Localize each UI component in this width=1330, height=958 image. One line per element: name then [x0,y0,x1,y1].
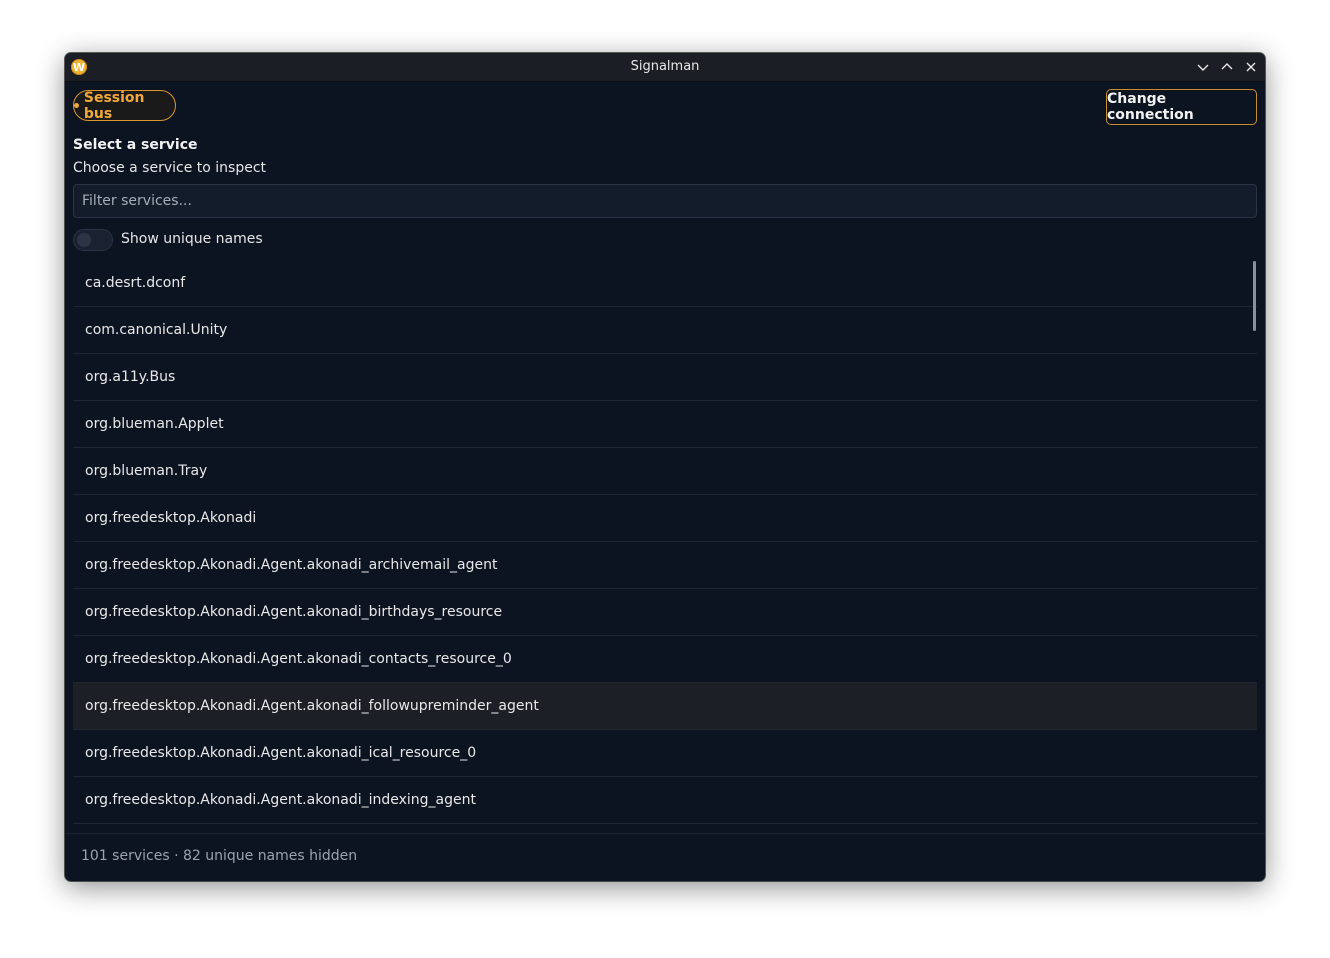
list-item[interactable]: org.freedesktop.Akonadi.Agent.akonadi_ar… [73,542,1257,589]
list-item[interactable]: org.freedesktop.Akonadi.Agent.akonadi_in… [73,777,1257,824]
minimize-icon[interactable] [1194,58,1212,76]
change-connection-button[interactable]: Change connection [1106,89,1257,125]
footer-divider [65,833,1265,834]
show-unique-names-toggle[interactable] [73,229,113,251]
maximize-icon[interactable] [1218,58,1236,76]
list-item[interactable]: org.freedesktop.Akonadi.Agent.akonadi_fo… [73,683,1257,730]
session-bus-label: Session bus [83,89,145,122]
window-title: Signalman [630,59,700,74]
list-item[interactable]: org.a11y.Bus [73,354,1257,401]
list-scrollbar[interactable] [1253,261,1256,331]
list-item[interactable]: org.freedesktop.Akonadi [73,495,1257,542]
close-icon[interactable] [1242,58,1260,76]
toggle-knob [77,233,91,247]
title-bar[interactable]: W Signalman [65,53,1265,82]
status-dot-icon [74,103,79,108]
footer-status: 101 services · 82 unique names hidden [81,848,358,864]
section-heading: Select a service [73,137,198,153]
list-item[interactable]: org.freedesktop.Akonadi.Agent.akonadi_co… [73,636,1257,683]
show-unique-names-label: Show unique names [121,231,263,247]
list-item[interactable]: ca.desrt.dconf [73,260,1257,307]
filter-services-input[interactable] [73,184,1257,218]
app-window: W Signalman Session bus Change connectio… [65,53,1265,881]
section-subheading: Choose a service to inspect [73,160,267,176]
list-item[interactable]: org.blueman.Tray [73,448,1257,495]
list-item[interactable]: org.freedesktop.Akonadi.Agent.akonadi_ic… [73,730,1257,777]
list-item[interactable]: org.freedesktop.Akonadi.Agent.akonadi_bi… [73,589,1257,636]
service-list[interactable]: ca.desrt.dconf com.canonical.Unity org.a… [73,260,1257,833]
session-bus-badge: Session bus [73,89,176,122]
list-item[interactable]: com.canonical.Unity [73,307,1257,354]
list-item[interactable]: org.blueman.Applet [73,401,1257,448]
